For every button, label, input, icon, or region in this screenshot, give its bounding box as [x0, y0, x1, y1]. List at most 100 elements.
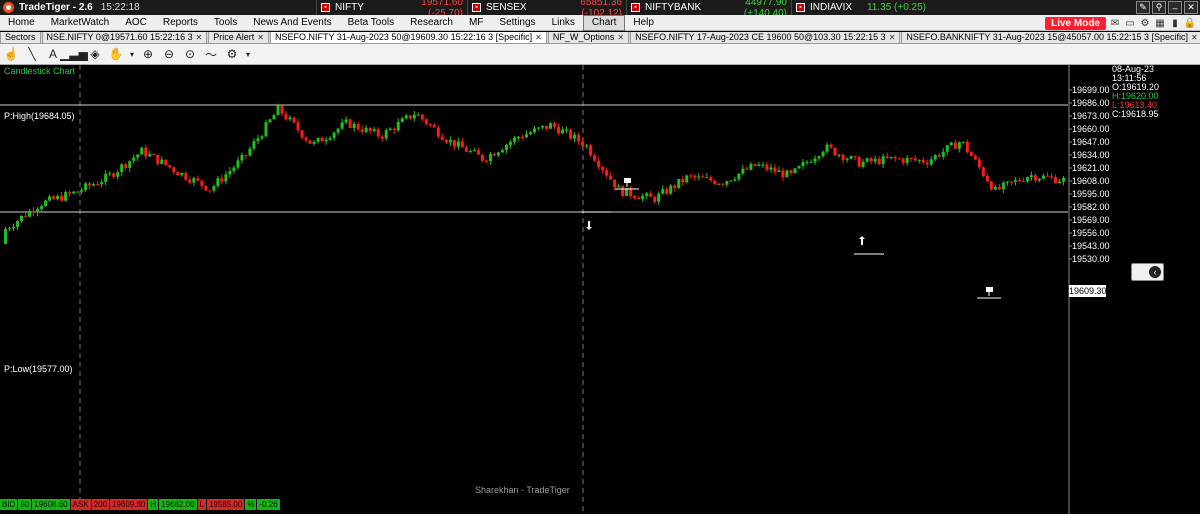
candle-body [460, 141, 464, 148]
workspace-tab[interactable]: NSEFO.NIFTY 31-Aug-2023 50@19609.30 15:2… [270, 32, 547, 43]
ticker-name: SENSEX [486, 2, 527, 13]
gear-icon[interactable]: ⚙ [1139, 18, 1151, 29]
candle-body [761, 164, 765, 166]
chevron-down-icon[interactable]: ▾ [244, 46, 252, 63]
chevron-down-icon[interactable]: ▾ [128, 46, 136, 63]
bar-chart-icon[interactable]: ▁▃▅ [60, 46, 88, 63]
menu-item-tools[interactable]: Tools [206, 15, 245, 31]
candle-body [933, 155, 937, 160]
grid-icon[interactable]: ▦ [1154, 18, 1166, 29]
candle-body [1013, 179, 1017, 182]
candle-body [480, 154, 484, 161]
workspace-tab[interactable]: NF_W_Options ✕ [547, 32, 630, 43]
workspace-tab[interactable]: NSE.NIFTY 0@19571.60 15:22:16 3 ✕ [41, 32, 208, 43]
menu-item-beta-tools[interactable]: Beta Tools [340, 15, 403, 31]
menu-item-mf[interactable]: MF [461, 15, 491, 31]
email-icon[interactable]: ✉ [1109, 18, 1121, 29]
tab-close-icon[interactable]: ✕ [617, 32, 624, 43]
pointer-tool-icon[interactable]: ☝ [2, 46, 20, 63]
window-controls: ✎ ⚲ – ✕ [1136, 0, 1198, 15]
candlestick-chart[interactable]: 19699.00 19686.00 19673.00 19660.00 19647.00… [0, 65, 1200, 514]
settings-gear-icon[interactable]: ⚙ [223, 46, 241, 63]
candle-body [609, 175, 613, 180]
zoom-out-icon[interactable]: ⊖ [160, 46, 178, 63]
candle-body [725, 181, 729, 185]
quote-status-bar: BID 50 19608.60 ASK 200 19609.80 H 19682.00 L 195… [0, 499, 281, 511]
y-tick-label: 19608.00 [1072, 176, 1110, 186]
candle-body [681, 178, 685, 183]
monitor-icon[interactable]: ▭ [1124, 18, 1136, 29]
menu-item-reports[interactable]: Reports [155, 15, 206, 31]
candle-body [877, 158, 881, 165]
candle-body [20, 215, 24, 221]
candle-body [128, 160, 132, 168]
workspace-tab[interactable]: Price Alert ✕ [208, 32, 269, 43]
minimize-button[interactable]: – [1168, 1, 1182, 14]
ticker-chart-icon: ▪ [631, 3, 640, 12]
side-panel-toggle[interactable]: ‹ [1131, 263, 1164, 281]
candle-body [997, 186, 1001, 190]
candle-body [721, 183, 725, 185]
pin-icon[interactable]: ⚲ [1152, 1, 1166, 14]
ticker-indiavix[interactable]: ▪ INDIAVIX 11.35 (+0.25) [791, 0, 930, 15]
candle-body [905, 157, 909, 163]
candle-body [100, 181, 104, 185]
menu-item-home[interactable]: Home [0, 15, 43, 31]
workspace-tab[interactable]: NSEFO.NIFTY 17-Aug-2023 CE 19600 50@103.… [630, 32, 901, 43]
candle-body [504, 144, 508, 151]
tab-close-icon[interactable]: ✕ [535, 32, 542, 43]
candle-body [12, 226, 16, 229]
candle-body [52, 196, 56, 200]
candle-body [973, 156, 977, 160]
candle-body [344, 119, 348, 123]
menu-item-research[interactable]: Research [402, 15, 461, 31]
candle-body [296, 122, 300, 131]
chart-title: Candlestick Chart [4, 66, 76, 76]
tab-close-icon[interactable]: ✕ [1191, 32, 1198, 43]
ticker-niftybank[interactable]: ▪ NIFTYBANK 44977.90 (+140.40) [626, 0, 791, 19]
menu-item-help[interactable]: Help [625, 15, 662, 31]
close-button[interactable]: ✕ [1184, 1, 1198, 14]
candle-body [949, 142, 953, 146]
candle-body [857, 157, 861, 167]
edit-icon[interactable]: ✎ [1136, 1, 1150, 14]
cube-icon[interactable]: ◈ [86, 46, 104, 63]
candle-body [837, 154, 841, 156]
candle-body [56, 195, 60, 200]
tab-close-icon[interactable]: ✕ [889, 32, 896, 43]
candle-body [156, 154, 160, 165]
chart-canvas[interactable]: 19699.00 19686.00 19673.00 19660.00 19647.00… [0, 65, 1200, 514]
menu-item-chart[interactable]: Chart [582, 14, 626, 31]
zoom-fit-icon[interactable]: ⊙ [181, 46, 199, 63]
candle-body [476, 150, 480, 155]
indicator-icon[interactable]: 〜 [202, 46, 220, 63]
workspace-tab[interactable]: NSEFO.BANKNIFTY 31-Aug-2023 15@45057.00 … [901, 32, 1200, 43]
candle-body [364, 127, 368, 132]
tab-label: NSEFO.BANKNIFTY 31-Aug-2023 15@45057.00 … [906, 32, 1189, 42]
candle-body [48, 196, 52, 201]
trendline-tool-icon[interactable]: ╲ [23, 46, 41, 63]
menu-item-aoc[interactable]: AOC [117, 15, 155, 31]
menu-item-links[interactable]: Links [544, 15, 583, 31]
candle-body [1001, 182, 1005, 190]
tab-label: NSE.NIFTY 0@19571.60 15:22:16 3 [46, 32, 193, 42]
workspace-tab[interactable]: Sectors [0, 32, 41, 43]
candle-body [376, 129, 380, 137]
menu-item-marketwatch[interactable]: MarketWatch [43, 15, 118, 31]
menu-item-news-and-events[interactable]: News And Events [245, 15, 339, 31]
tab-close-icon[interactable]: ✕ [257, 32, 264, 43]
candle-body [88, 183, 92, 186]
candle-body [777, 170, 781, 172]
tab-close-icon[interactable]: ✕ [196, 32, 203, 43]
candle-body [92, 184, 96, 186]
live-mode-badge[interactable]: Live Mode [1045, 16, 1106, 30]
menu-item-settings[interactable]: Settings [491, 15, 543, 31]
hand-pan-icon[interactable]: ✋ [107, 46, 125, 63]
ticker-nifty[interactable]: ▪ NIFTY 19571.60 (-25.70) [316, 0, 467, 19]
candle-body [1017, 179, 1021, 182]
ticker-sensex[interactable]: ▪ SENSEX 65851.36 (-102.12) [467, 0, 626, 19]
signal-icon[interactable]: ▮ [1169, 18, 1181, 29]
lock-icon[interactable]: 🔒 [1184, 18, 1196, 29]
zoom-in-icon[interactable]: ⊕ [139, 46, 157, 63]
candle-body [753, 164, 757, 166]
